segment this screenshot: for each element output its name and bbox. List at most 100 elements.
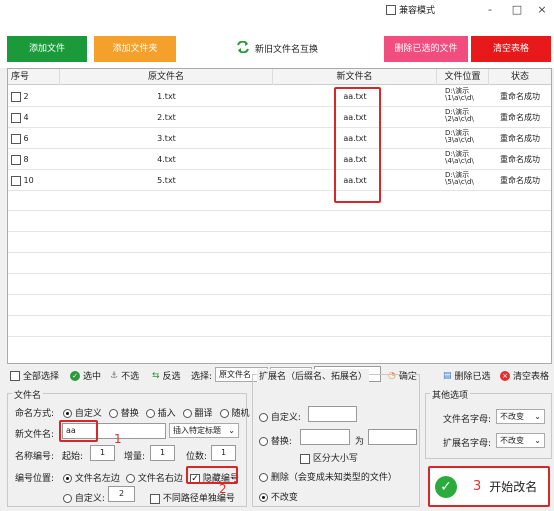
mode-translate[interactable]: 翻译 (182, 406, 213, 419)
clear-table-button[interactable]: 清空表格 (471, 36, 551, 62)
row-number: 8 (23, 155, 29, 164)
mode-insert[interactable]: 插入 (145, 406, 176, 419)
ext-replace-from-input[interactable] (300, 429, 350, 445)
row-checkbox[interactable] (11, 133, 21, 144)
digits-input[interactable]: 1 (211, 445, 236, 461)
empty-row (8, 275, 551, 295)
pos-right-radio[interactable]: 文件名右边 (126, 471, 183, 484)
minimize-button[interactable]: - (478, 2, 502, 18)
swap-icon (236, 40, 250, 56)
select-button[interactable]: ✓ 选中 (70, 369, 101, 382)
ext-unchanged-radio[interactable]: 不改变 (259, 490, 298, 503)
mode-radio-group: 自定义 替换 插入 翻译 随机 (63, 406, 249, 419)
close-button[interactable]: × (530, 2, 554, 18)
empty-row (8, 233, 551, 253)
location-line: \3\a\c\d\ (445, 136, 474, 144)
hide-number-highlight (186, 466, 238, 484)
delete-list-icon: ▤ (443, 370, 452, 381)
new-name-highlight-box (59, 420, 98, 442)
row-old-name: 2.txt (157, 113, 176, 122)
start-input[interactable]: 1 (90, 445, 115, 461)
table-row[interactable]: 8 4.txt aa.txt D:\演示 \4\a\c\d\ 重命名成功 (8, 149, 551, 170)
row-index[interactable]: 10 (11, 170, 60, 191)
mode-label: 命名方式: (15, 409, 55, 419)
remove-selected-button[interactable]: 删除已选的文件 (384, 36, 468, 62)
ext-as-label: 为 (355, 437, 365, 447)
ext-case-label: 扩展名字母: (443, 439, 492, 449)
add-file-button[interactable]: 添加文件 (7, 36, 87, 62)
ext-replace-to-input[interactable] (368, 429, 417, 445)
custom-position-input[interactable]: 2 (108, 486, 135, 502)
pos-left-radio[interactable]: 文件名左边 (63, 471, 120, 484)
location-line: \2\a\c\d\ (445, 115, 474, 123)
row-status: 重命名成功 (500, 134, 540, 143)
invert-button[interactable]: ⇆ 反选 (152, 369, 181, 383)
title-bar (0, 0, 554, 22)
clear-table-action[interactable]: × 清空表格 (500, 369, 549, 382)
new-name-label: 新文件名: (15, 430, 55, 440)
row-location: D:\演示 \4\a\c\d\ (437, 149, 489, 170)
maximize-button[interactable]: □ (505, 2, 529, 18)
location-line: \4\a\c\d\ (445, 157, 474, 165)
increment-label: 增量: (124, 452, 146, 462)
mode-custom[interactable]: 自定义 (63, 406, 102, 419)
unselect-label: 不选 (121, 372, 140, 382)
other-options-panel (425, 393, 552, 459)
digits-label: 位数: (186, 452, 208, 462)
ext-custom-radio[interactable]: 自定义: (259, 410, 301, 423)
row-index[interactable]: 6 (11, 128, 60, 149)
pos-custom-radio[interactable]: 自定义: (63, 491, 105, 504)
swap-names-button[interactable]: 新旧文件名互换 (236, 40, 319, 56)
ext-custom-input[interactable] (308, 406, 357, 422)
ext-replace-radio[interactable]: 替换: (259, 434, 292, 447)
swap-names-label: 新旧文件名互换 (255, 45, 319, 55)
case-sensitive-checkbox[interactable]: 区分大小写 (300, 451, 358, 464)
ext-case-value: 不改变 (500, 436, 524, 445)
insert-title-value: 插入特定标题 (173, 426, 221, 435)
row-status: 重命名成功 (500, 176, 540, 185)
file-table: 序号 原文件名 新文件名 文件位置 状态 2 1.txt aa.txt D:\演示 \1… (7, 68, 552, 364)
select-label: 选中 (83, 372, 102, 382)
empty-row (8, 317, 551, 337)
row-number: 10 (23, 176, 34, 185)
table-row[interactable]: 6 3.txt aa.txt D:\演示 \3\a\c\d\ 重命名成功 (8, 128, 551, 149)
clear-table-label: 清空表格 (513, 372, 550, 382)
row-checkbox[interactable] (11, 91, 21, 102)
delete-selected-button[interactable]: ▤ 删除已选 (443, 369, 491, 383)
chevron-down-icon: ⌄ (228, 426, 235, 435)
ext-case-select[interactable]: 不改变 ⌄ (496, 433, 545, 448)
row-location: D:\演示 \5\a\c\d\ (437, 170, 489, 191)
insert-title-select[interactable]: 插入特定标题 ⌄ (169, 423, 239, 438)
start-rename-button[interactable]: ✓ 3 开始改名 (428, 466, 550, 507)
row-number: 6 (23, 134, 29, 143)
unselect-button[interactable]: ⚓ 不选 (110, 369, 140, 383)
table-row[interactable]: 10 5.txt aa.txt D:\演示 \5\a\c\d\ 重命名成功 (8, 170, 551, 191)
compat-mode-checkbox[interactable] (386, 4, 396, 15)
row-index[interactable]: 2 (11, 86, 60, 107)
header-index: 序号 (8, 69, 60, 85)
row-location: D:\演示 \2\a\c\d\ (437, 107, 489, 128)
row-checkbox[interactable] (11, 112, 21, 123)
increment-input[interactable]: 1 (150, 445, 175, 461)
empty-row (8, 191, 551, 211)
add-folder-button[interactable]: 添加文件夹 (94, 36, 176, 62)
check-circle-icon: ✓ (70, 370, 80, 381)
empty-row (8, 212, 551, 232)
new-name-highlight (334, 87, 381, 203)
row-index[interactable]: 8 (11, 149, 60, 170)
row-checkbox[interactable] (11, 175, 21, 186)
select-all-checkbox[interactable]: 全部选择 (10, 369, 59, 382)
mode-random[interactable]: 随机 (219, 406, 249, 419)
row-index[interactable]: 4 (11, 107, 60, 128)
mode-replace[interactable]: 替换 (108, 406, 139, 419)
row-location: D:\演示 \1\a\c\d\ (437, 86, 489, 107)
ext-delete-radio[interactable]: 删除（会变成未知类型的文件） (259, 470, 397, 483)
compat-mode-label: 兼容模式 (399, 6, 436, 16)
check-circle-icon: ✓ (435, 475, 457, 498)
separate-numbering-checkbox[interactable]: 不同路径单独编号 (150, 491, 235, 504)
table-row[interactable]: 2 1.txt aa.txt D:\演示 \1\a\c\d\ 重命名成功 (8, 86, 551, 107)
compat-mode-toggle[interactable]: 兼容模式 (386, 3, 435, 16)
row-checkbox[interactable] (11, 154, 21, 165)
table-row[interactable]: 4 2.txt aa.txt D:\演示 \2\a\c\d\ 重命名成功 (8, 107, 551, 128)
name-case-select[interactable]: 不改变 ⌄ (496, 409, 545, 424)
